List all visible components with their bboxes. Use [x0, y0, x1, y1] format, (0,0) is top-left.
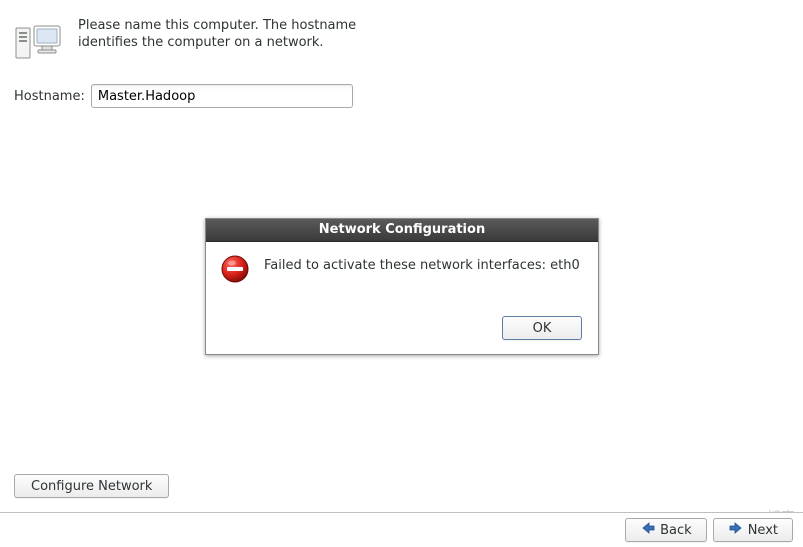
network-configuration-dialog: Network Configuration Failed [205, 218, 599, 355]
dialog-message: Failed to activate these network interfa… [264, 256, 580, 273]
next-button[interactable]: Next [713, 518, 793, 542]
hostname-row: Hostname: [14, 84, 353, 108]
instruction-text: Please name this computer. The hostname … [78, 18, 358, 52]
error-icon [220, 254, 250, 284]
computer-network-icon [14, 22, 62, 62]
arrow-right-icon [728, 521, 744, 539]
ok-button[interactable]: OK [502, 316, 582, 340]
back-button[interactable]: Back [625, 518, 707, 542]
configure-network-button[interactable]: Configure Network [14, 474, 169, 498]
dialog-body: Failed to activate these network interfa… [206, 242, 598, 354]
dialog-title: Network Configuration [206, 219, 598, 242]
dialog-message-row: Failed to activate these network interfa… [220, 256, 582, 306]
dialog-actions: OK [220, 316, 582, 340]
hostname-input[interactable] [91, 84, 353, 108]
instruction-row: Please name this computer. The hostname … [14, 18, 358, 62]
wizard-nav-bar: Back Next [0, 512, 803, 547]
back-button-label: Back [660, 523, 692, 538]
arrow-left-icon [640, 521, 656, 539]
hostname-label: Hostname: [14, 89, 85, 104]
next-button-label: Next [748, 523, 778, 538]
